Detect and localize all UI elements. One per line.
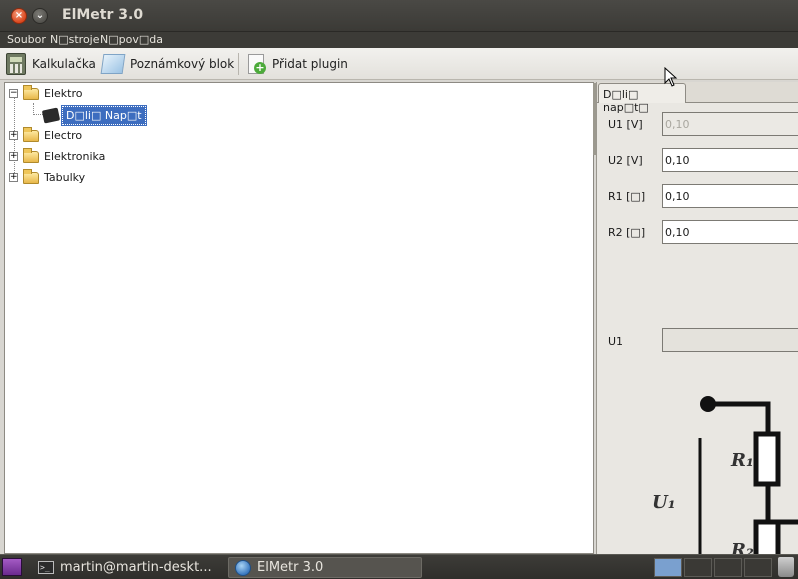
tree-node-label-selected: D□li□ Nap□t	[61, 105, 147, 126]
tree-node-elektro[interactable]: Elektro	[23, 84, 83, 100]
u2-label: U2 [V]	[608, 154, 643, 167]
r2-input[interactable]: 0,10	[662, 220, 798, 244]
terminal-icon: >_	[38, 561, 54, 574]
u2-input[interactable]: 0,10	[662, 148, 798, 172]
tree-node-elektronika[interactable]: Elektronika	[23, 147, 106, 163]
result-u1-output	[662, 328, 798, 352]
taskbar-elmetr-label: ElMetr 3.0	[257, 560, 324, 575]
notepad-button[interactable]: Poznámkový blok	[100, 52, 235, 76]
menu-nastroje[interactable]: N□stroje	[50, 33, 100, 46]
expand-toggle[interactable]: +	[9, 152, 18, 161]
expand-toggle[interactable]: +	[9, 131, 18, 140]
workspace-4[interactable]	[744, 558, 772, 577]
u1-symbol: U₁	[652, 492, 676, 513]
category-tree[interactable]: − Elektro D□li□ Nap□t + Electro + Elektr…	[4, 82, 597, 554]
r1-symbol: R₁	[730, 450, 754, 471]
mouse-cursor-icon	[664, 67, 678, 87]
resistor-r1	[753, 431, 781, 487]
taskbar-terminal[interactable]: >_ martin@martin-deskt...	[32, 557, 224, 578]
close-icon: ×	[14, 10, 24, 21]
chip-icon	[41, 107, 61, 124]
expand-toggle[interactable]: +	[9, 173, 18, 182]
wire	[708, 401, 771, 434]
window-title: ElMetr 3.0	[62, 7, 144, 23]
tree-node-label: Tabulky	[44, 171, 86, 184]
tree-node-label: Electro	[44, 129, 83, 142]
collapse-toggle[interactable]: −	[9, 89, 18, 98]
title-bar: × ⌄ ElMetr 3.0	[0, 0, 798, 32]
r1-input[interactable]: 0,10	[662, 184, 798, 208]
window-menu-button[interactable]: ⌄	[32, 8, 48, 24]
tree-node-electro[interactable]: Electro	[23, 126, 83, 142]
toolbar-separator	[238, 53, 239, 75]
tree-node-label: Elektronika	[44, 150, 106, 163]
folder-icon	[23, 168, 39, 184]
notepad-icon	[100, 54, 126, 74]
r2-label: R2 [□]	[608, 226, 646, 239]
r2-symbol: R₂	[730, 540, 754, 554]
add-plugin-icon	[246, 53, 266, 75]
tree-line	[33, 114, 43, 115]
workspace-3[interactable]	[714, 558, 742, 577]
tree-node-label: Elektro	[44, 87, 83, 100]
tree-node-tabulky[interactable]: Tabulky	[23, 168, 86, 184]
u1-label: U1 [V]	[608, 118, 643, 131]
show-desktop-icon[interactable]	[2, 558, 22, 576]
calculator-label: Kalkulačka	[32, 57, 96, 71]
taskbar: >_ martin@martin-deskt... ElMetr 3.0	[0, 554, 798, 579]
taskbar-elmetr[interactable]: ElMetr 3.0	[228, 557, 422, 578]
folder-icon	[23, 126, 39, 142]
workspace-1[interactable]	[654, 558, 682, 577]
calculator-icon	[6, 53, 26, 75]
menu-bar: Soubor N□stroje N□pov□da	[0, 32, 798, 48]
menu-soubor[interactable]: Soubor	[7, 33, 46, 46]
workspace-2[interactable]	[684, 558, 712, 577]
close-button[interactable]: ×	[11, 8, 27, 24]
taskbar-terminal-label: martin@martin-deskt...	[60, 560, 212, 575]
chevron-down-icon: ⌄	[35, 10, 45, 21]
r1-label: R1 [□]	[608, 190, 646, 203]
add-plugin-button[interactable]: Přidat plugin	[246, 52, 348, 76]
folder-icon	[23, 84, 39, 100]
trash-icon[interactable]	[778, 557, 794, 577]
result-u1-label: U1	[608, 335, 624, 348]
toolbar: Kalkulačka Poznámkový blok Přidat plugin	[0, 48, 798, 80]
app-icon	[235, 559, 251, 576]
add-plugin-label: Přidat plugin	[272, 57, 348, 71]
notepad-label: Poznámkový blok	[130, 57, 235, 71]
menu-napoveda[interactable]: N□pov□da	[100, 33, 163, 46]
folder-icon	[23, 147, 39, 163]
voltage-divider-diagram: R₁ R₂ U₁	[652, 396, 798, 554]
u1-input[interactable]: 0,10	[662, 112, 798, 136]
tree-node-delic-napeti[interactable]: D□li□ Nap□t	[41, 105, 147, 126]
resistor-r2	[753, 519, 781, 554]
calculator-button[interactable]: Kalkulačka	[6, 52, 96, 76]
